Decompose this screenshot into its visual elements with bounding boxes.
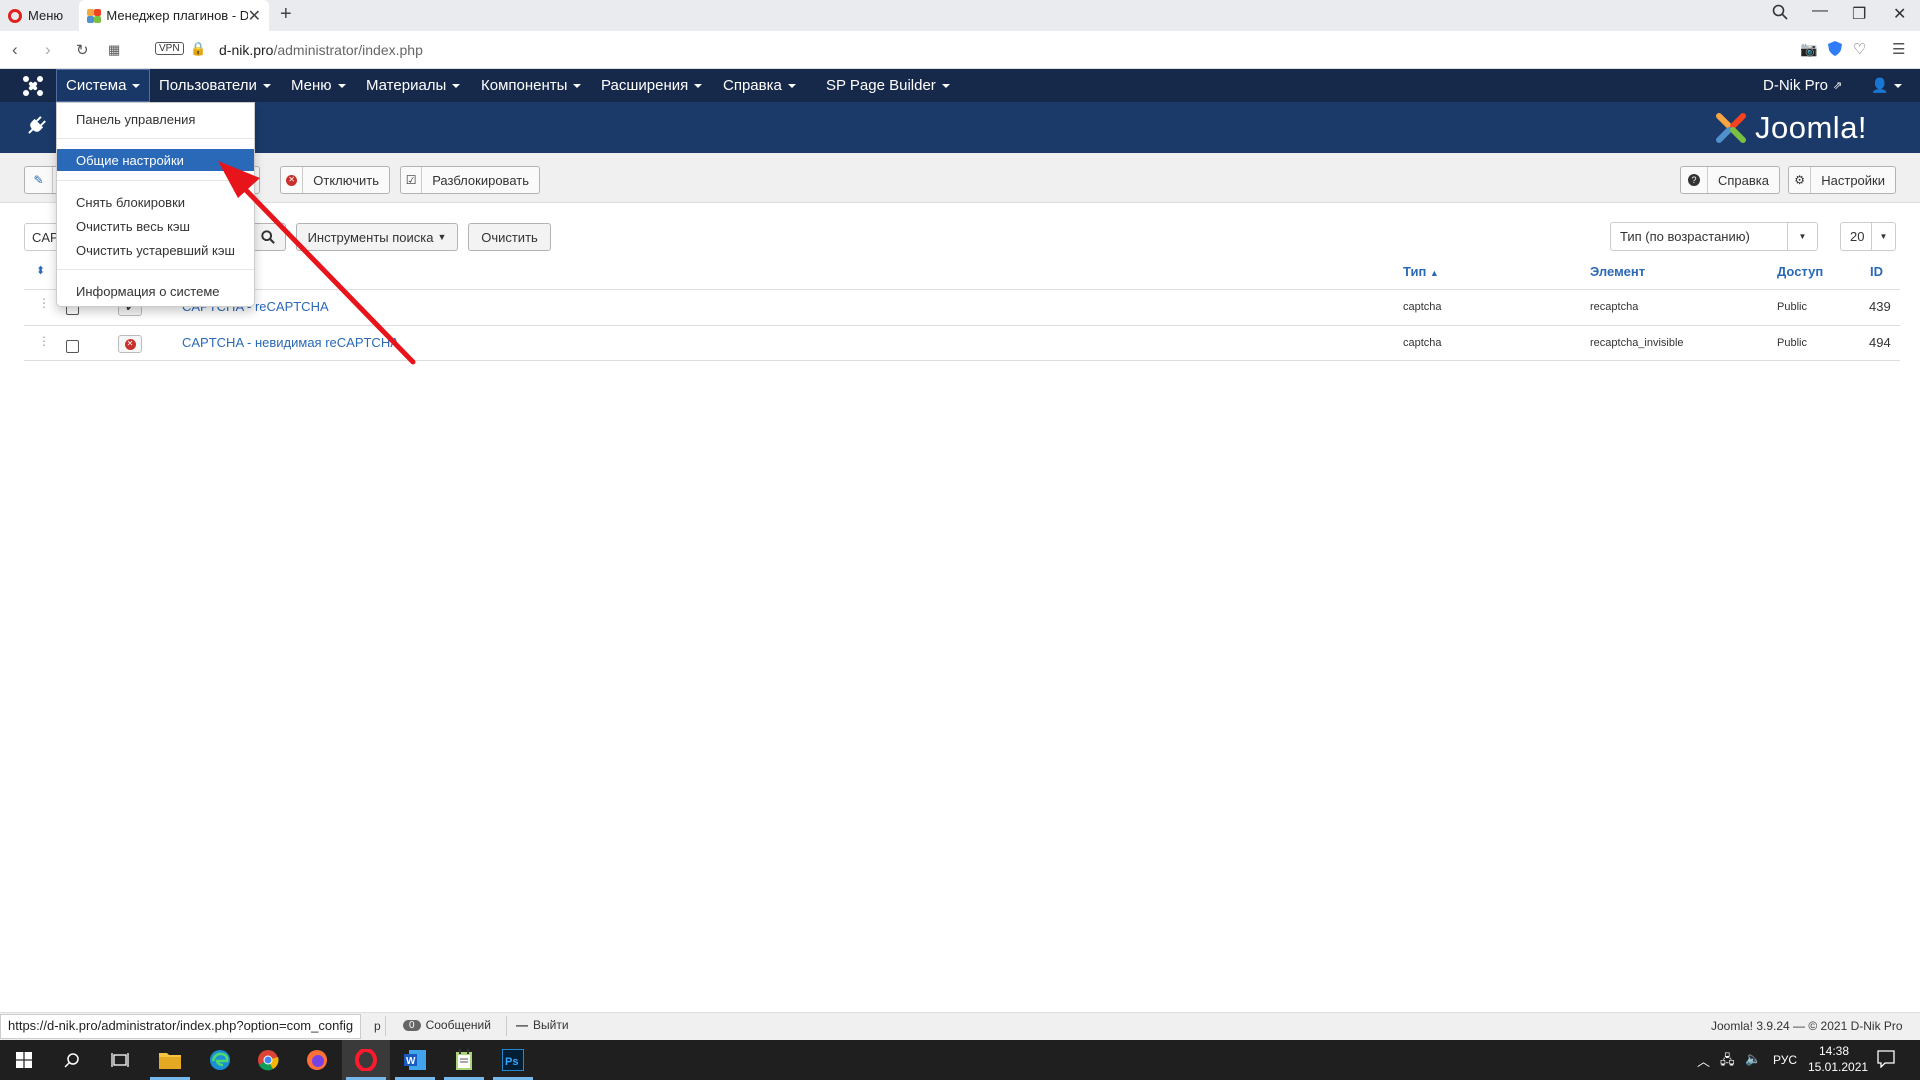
word-icon[interactable]: W	[391, 1040, 439, 1080]
svg-text:Ps: Ps	[505, 1056, 518, 1068]
divider	[506, 1016, 507, 1036]
minus-icon: —	[516, 1018, 528, 1032]
link-hover-url: https://d-nik.pro/administrator/index.ph…	[0, 1014, 362, 1039]
logout-link[interactable]: — Выйти	[516, 1018, 569, 1032]
search-icon[interactable]	[48, 1040, 96, 1080]
network-icon[interactable]: 🖧	[1720, 1051, 1735, 1073]
task-view-icon[interactable]	[96, 1040, 144, 1080]
photoshop-icon[interactable]: Ps	[489, 1040, 537, 1080]
clock[interactable]: 14:38 15.01.2021	[1808, 1044, 1868, 1074]
annotation-arrow	[218, 161, 416, 365]
svg-text:W: W	[406, 1056, 416, 1067]
windows-taskbar: W Ps ︿ 🖧 🔈 РУС 14:38 15.01.2021	[0, 1040, 1920, 1080]
volume-icon[interactable]: 🔈	[1745, 1051, 1761, 1067]
messages-count-badge: 0	[403, 1019, 421, 1031]
chrome-icon[interactable]	[244, 1040, 292, 1080]
tray-chevron-icon[interactable]: ︿	[1697, 1051, 1710, 1070]
file-explorer-icon[interactable]	[146, 1040, 194, 1080]
opera-taskbar-icon[interactable]	[342, 1040, 390, 1080]
edge-icon[interactable]	[196, 1040, 244, 1080]
version-text: Joomla! 3.9.24 — © 2021 D-Nik Pro	[1711, 1019, 1903, 1033]
language-indicator[interactable]: РУС	[1773, 1053, 1797, 1067]
notepad-icon[interactable]	[440, 1040, 488, 1080]
notifications-icon[interactable]	[1877, 1050, 1895, 1073]
windows-start-icon[interactable]	[0, 1040, 48, 1080]
messages-link[interactable]: 0 Сообщений	[403, 1018, 491, 1032]
divider	[385, 1016, 386, 1036]
firefox-icon[interactable]	[293, 1040, 341, 1080]
